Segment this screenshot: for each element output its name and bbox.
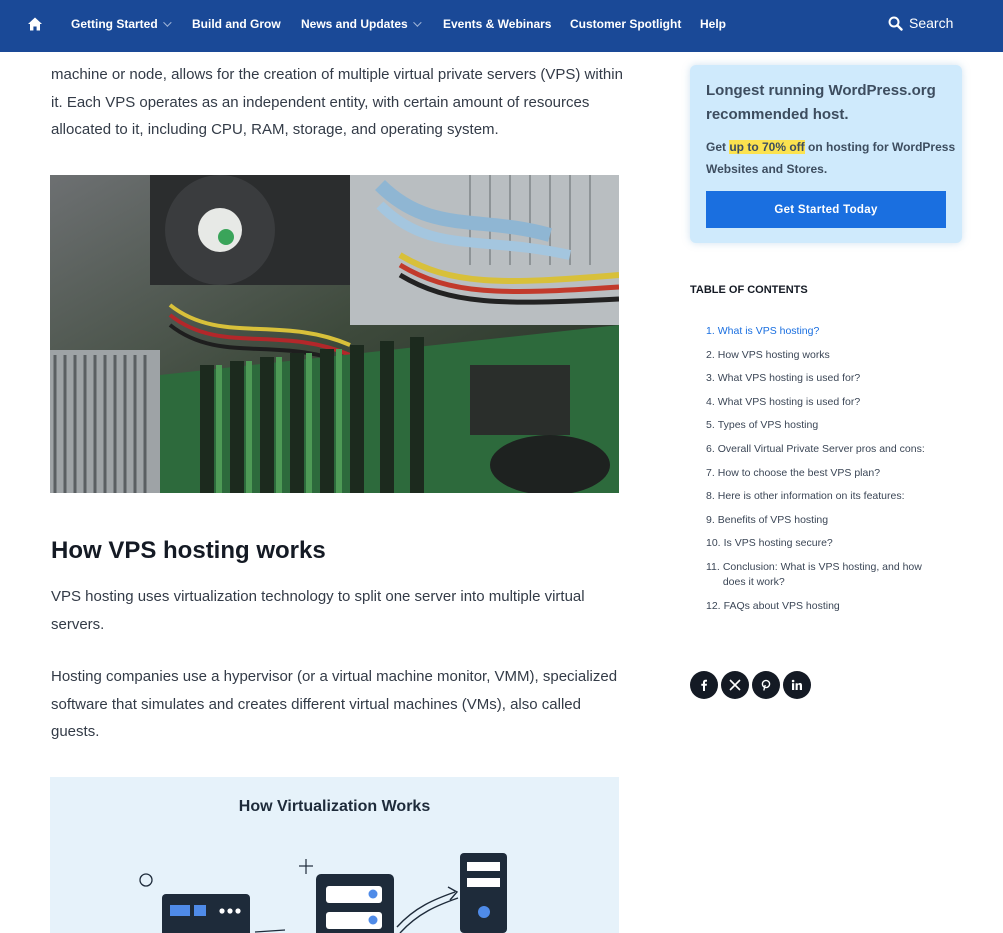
nav-item-help[interactable]: Help — [700, 17, 726, 31]
toc-item[interactable]: 5. Types of VPS hosting — [706, 418, 946, 433]
virtualization-diagram: How Virtualization Works — [50, 777, 619, 933]
toc-item[interactable]: 2. How VPS hosting works — [706, 348, 946, 363]
toc-item[interactable]: 12. FAQs about VPS hosting — [706, 599, 946, 614]
toc-item[interactable]: 1. What is VPS hosting? — [706, 324, 946, 339]
chevron-down-icon — [162, 18, 172, 27]
arrow-icon — [396, 891, 456, 928]
promo-text: Get up to 70% off on hosting for WordPre… — [706, 140, 956, 176]
server-hardware-image — [50, 175, 619, 493]
toc-item[interactable]: 6. Overall Virtual Private Server pros an… — [706, 442, 946, 457]
home-icon[interactable] — [27, 16, 43, 32]
get-started-button[interactable]: Get Started Today — [706, 191, 946, 228]
paragraph: Hosting companies use a hypervisor (or a… — [51, 668, 618, 740]
intro-paragraph: machine or node, allows for the creation… — [51, 66, 623, 138]
nav-item-news-and-updates[interactable]: News and Updates — [301, 17, 422, 31]
nav-item-events-webinars[interactable]: Events & Webinars — [443, 17, 551, 31]
toc-item[interactable]: 10. Is VPS hosting secure? — [706, 536, 946, 551]
nav-item-customer-spotlight[interactable]: Customer Spotlight — [570, 17, 681, 31]
paragraph: VPS hosting uses virtualization technolo… — [51, 588, 585, 633]
nav-item-getting-started[interactable]: Getting Started — [71, 17, 172, 31]
toc-item[interactable]: 8. Here is other information on its featu… — [706, 489, 946, 504]
toc-item[interactable]: 3. What VPS hosting is used for? — [706, 371, 946, 386]
nav-item-build-and-grow[interactable]: Build and Grow — [192, 17, 281, 31]
toc-heading: TABLE OF CONTENTS — [690, 284, 808, 296]
toc-list: 1. What is VPS hosting? 2. How VPS hosting… — [706, 324, 946, 622]
chevron-down-icon — [412, 18, 422, 27]
promo-highlight: up to 70% off — [729, 140, 805, 154]
search-icon — [888, 16, 903, 31]
toc-item[interactable]: 11. Conclusion: What is VPS hosting, and … — [706, 560, 946, 590]
facebook-icon[interactable] — [690, 671, 718, 699]
toc-item[interactable]: 7. How to choose the best VPS plan? — [706, 466, 946, 481]
top-navbar: Getting Started Build and Grow News and … — [0, 0, 1003, 52]
circle-icon — [139, 873, 153, 887]
social-share-bar — [690, 671, 811, 699]
linkedin-icon[interactable] — [783, 671, 811, 699]
pinterest-icon[interactable] — [752, 671, 780, 699]
x-icon[interactable] — [721, 671, 749, 699]
toc-item[interactable]: 4. What VPS hosting is used for? — [706, 395, 946, 410]
sparkle-icon — [299, 859, 313, 874]
promo-card: Longest running WordPress.org recommende… — [690, 65, 962, 243]
section-heading: How VPS hosting works — [51, 537, 326, 564]
search-button[interactable]: Search — [888, 15, 953, 31]
toc-item[interactable]: 9. Benefits of VPS hosting — [706, 513, 946, 528]
promo-title: Longest running WordPress.org recommende… — [706, 82, 936, 123]
